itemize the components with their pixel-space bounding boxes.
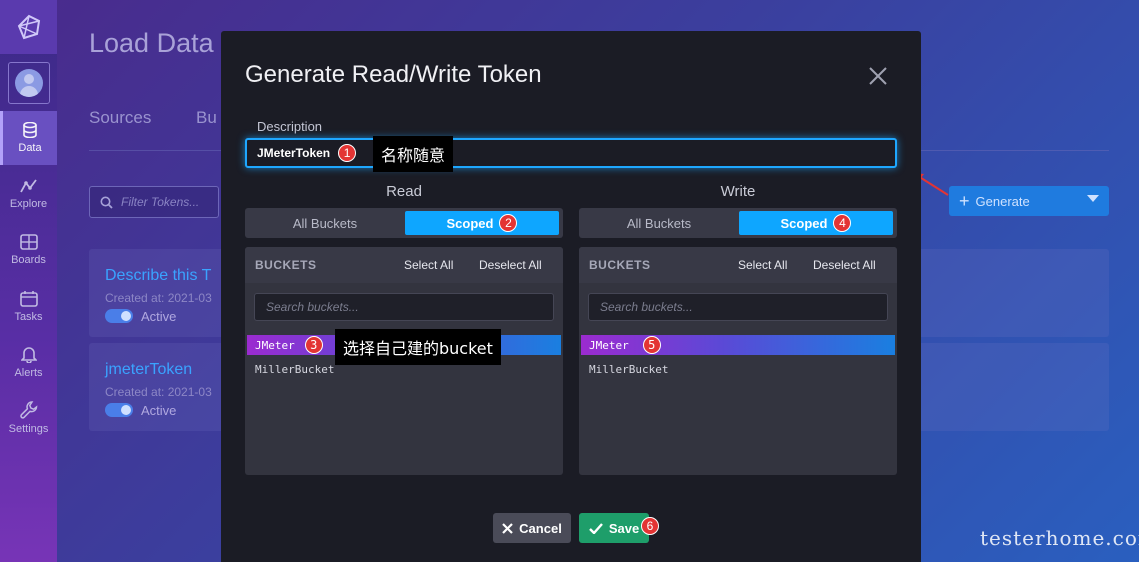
- description-label: Description: [257, 119, 323, 134]
- sidebar-item-tasks[interactable]: Tasks: [0, 279, 57, 333]
- write-heading: Write: [720, 183, 756, 200]
- write-bucket-item-millerbucket[interactable]: MillerBucket: [581, 359, 895, 379]
- write-deselect-all-button[interactable]: Deselect All: [813, 258, 876, 272]
- description-input[interactable]: JMeterToken 1: [245, 138, 897, 168]
- read-heading: Read: [386, 183, 422, 200]
- page-title: Load Data: [89, 28, 214, 58]
- graph-icon: [19, 179, 37, 193]
- sidebar-item-label: Tasks: [14, 310, 43, 323]
- filter-tokens-input[interactable]: Filter Tokens...: [89, 186, 219, 218]
- step-badge: 5: [642, 336, 661, 354]
- option-label: All Buckets: [626, 215, 692, 231]
- option-label: All Buckets: [292, 215, 358, 231]
- sidebar-item-settings[interactable]: Settings: [0, 391, 57, 445]
- cancel-button[interactable]: Cancel: [493, 513, 571, 543]
- user-avatar-button[interactable]: [8, 62, 50, 104]
- tab-buckets[interactable]: Bu: [196, 108, 217, 128]
- search-icon: [100, 196, 113, 209]
- dialog-title: Generate Read/Write Token: [245, 61, 542, 88]
- buckets-label: BUCKETS: [255, 258, 317, 272]
- read-all-buckets-option[interactable]: All Buckets: [248, 211, 402, 235]
- bucket-panel-header: BUCKETS Select All Deselect All: [579, 247, 897, 283]
- bucket-name: MillerBucket: [255, 362, 335, 376]
- annotation-tip: 选择自己建的bucket: [335, 329, 501, 365]
- chevron-down-icon[interactable]: [1087, 195, 1099, 202]
- sidebar-item-boards[interactable]: Boards: [0, 223, 57, 277]
- read-select-all-button[interactable]: Select All: [404, 258, 453, 272]
- checkmark-icon: [588, 522, 603, 534]
- bucket-panel-header: BUCKETS Select All Deselect All: [245, 247, 563, 283]
- sidebar-item-label: Boards: [11, 254, 46, 266]
- write-bucket-item-jmeter[interactable]: JMeter 5: [581, 335, 895, 355]
- token-created: Created at: 2021-03: [105, 291, 212, 305]
- close-icon[interactable]: [867, 65, 889, 87]
- step-badge: 2: [499, 214, 518, 232]
- token-status-label: Active: [141, 309, 177, 324]
- read-deselect-all-button[interactable]: Deselect All: [479, 258, 542, 272]
- sidebar-item-alerts[interactable]: Alerts: [0, 335, 57, 389]
- read-scope-toggle: All Buckets Scoped 2: [245, 208, 563, 238]
- sidebar-item-label: Data: [18, 142, 42, 154]
- search-placeholder: Search buckets...: [266, 300, 359, 314]
- token-status-label: Active: [141, 403, 177, 418]
- generate-token-dialog: Generate Read/Write Token Description JM…: [221, 31, 921, 562]
- sidebar-item-label: Settings: [8, 423, 49, 435]
- buckets-label: BUCKETS: [589, 258, 651, 272]
- write-all-buckets-option[interactable]: All Buckets: [582, 211, 736, 235]
- sidebar-item-label: Explore: [9, 198, 48, 210]
- token-created: Created at: 2021-03: [105, 385, 212, 399]
- option-label: Scoped: [446, 215, 494, 231]
- watermark: testerhome.com: [980, 526, 1139, 550]
- calendar-icon: [19, 290, 38, 307]
- bucket-name: MillerBucket: [589, 362, 669, 376]
- write-select-all-button[interactable]: Select All: [738, 258, 787, 272]
- write-scoped-option[interactable]: Scoped 4: [739, 211, 893, 235]
- write-search-buckets-input[interactable]: Search buckets...: [588, 293, 888, 321]
- read-search-buckets-input[interactable]: Search buckets...: [254, 293, 554, 321]
- token-name[interactable]: jmeterToken: [105, 361, 192, 379]
- write-bucket-panel: BUCKETS Select All Deselect All Search b…: [579, 247, 897, 475]
- bucket-name: JMeter: [589, 338, 629, 352]
- dashboard-icon: [19, 234, 38, 250]
- save-button[interactable]: Save: [579, 513, 649, 543]
- step-badge: 6: [641, 517, 659, 535]
- save-label: Save: [608, 520, 640, 536]
- token-status-toggle[interactable]: [105, 309, 133, 323]
- bucket-name: JMeter: [255, 338, 295, 352]
- influx-logo-icon[interactable]: [0, 0, 57, 54]
- token-status-toggle[interactable]: [105, 403, 133, 417]
- sidebar-item-explore[interactable]: Explore: [0, 167, 57, 221]
- description-value: JMeterToken: [257, 146, 331, 160]
- avatar: [15, 69, 43, 97]
- tab-sources[interactable]: Sources: [89, 108, 151, 128]
- sidebar-item-data[interactable]: Data: [0, 111, 57, 165]
- plus-icon: +: [959, 190, 970, 211]
- step-badge: 3: [304, 336, 323, 354]
- cancel-label: Cancel: [519, 520, 562, 536]
- generate-button[interactable]: + Generate: [949, 186, 1109, 216]
- step-badge: 4: [833, 214, 852, 232]
- annotation-tip: 名称随意: [373, 136, 454, 172]
- step-badge: 1: [338, 144, 357, 162]
- sidebar: Data Explore Boards Tasks Alerts Setting…: [0, 0, 57, 562]
- close-icon: [502, 522, 513, 534]
- database-icon: [23, 122, 37, 138]
- read-scoped-option[interactable]: Scoped 2: [405, 211, 559, 235]
- bell-icon: [20, 347, 37, 363]
- search-placeholder: Search buckets...: [600, 300, 693, 314]
- wrench-icon: [19, 401, 37, 419]
- write-scope-toggle: All Buckets Scoped 4: [579, 208, 897, 238]
- sidebar-item-label: Alerts: [14, 367, 43, 379]
- filter-placeholder: Filter Tokens...: [121, 195, 200, 209]
- generate-label: Generate: [975, 193, 1030, 209]
- token-name[interactable]: Describe this T: [105, 267, 211, 285]
- option-label: Scoped: [780, 215, 828, 231]
